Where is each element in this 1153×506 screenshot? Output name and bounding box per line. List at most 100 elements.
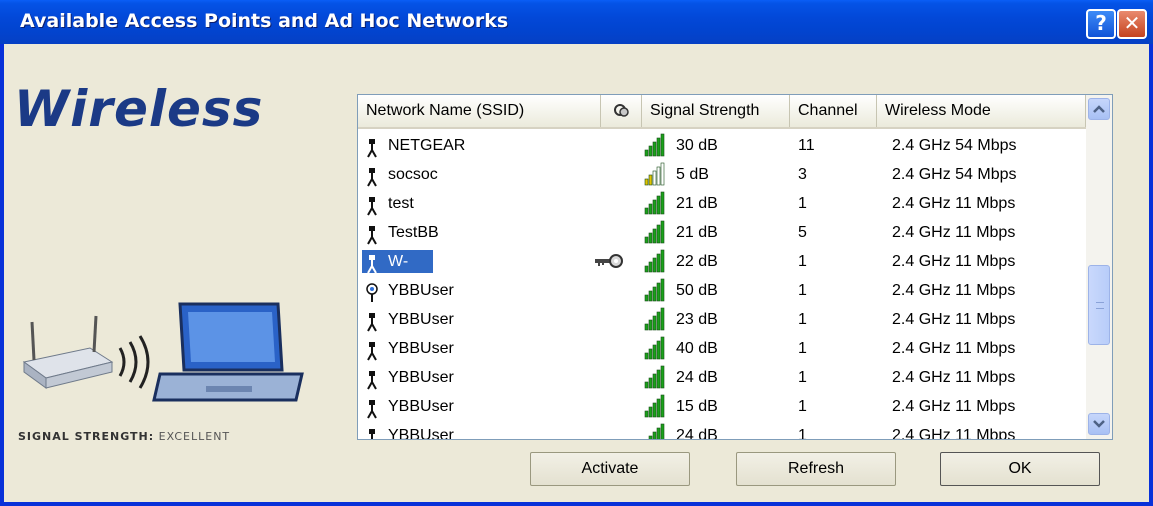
channel-value: 1 [798,369,807,386]
wireless-mode-value: 2.4 GHz 11 Mbps [892,311,1016,328]
signal-value: 24 dB [676,369,718,386]
channel-value: 5 [798,224,807,241]
channel-value: 11 [798,137,815,154]
ssid-label: YBBUser [388,340,454,357]
signal-bars-icon [644,336,665,360]
vertical-scrollbar[interactable] [1086,95,1112,439]
signal-value: 21 dB [676,224,718,241]
infrastructure-icon [367,197,377,216]
signal-value: 21 dB [676,195,718,212]
brand-title: Wireless [14,80,264,138]
signal-value: 23 dB [676,311,718,328]
channel-value: 1 [798,398,807,415]
wireless-mode-value: 2.4 GHz 11 Mbps [892,369,1016,386]
ssid-label: YBBUser [388,369,454,386]
signal-strength-value: EXCELLENT [158,430,231,443]
wireless-mode-value: 2.4 GHz 11 Mbps [892,340,1016,357]
ssid-label: YBBUser [388,427,454,440]
window-title: Available Access Points and Ad Hoc Netwo… [20,10,509,32]
column-header-ssid[interactable]: Network Name (SSID) [358,95,601,127]
wireless-mode-value: 2.4 GHz 11 Mbps [892,398,1016,415]
router-icon [22,315,114,389]
signal-value: 30 dB [676,137,718,154]
network-row[interactable]: socsoc 5 dB 3 2.4 GHz 54 Mbps [358,160,1086,189]
ssid-label: socsoc [388,166,438,183]
signal-bars-icon [644,307,665,331]
network-row[interactable]: YBBUser 24 dB 1 2.4 GHz 11 Mbps [358,363,1086,392]
network-row[interactable]: test 21 dB 1 2.4 GHz 11 Mbps [358,189,1086,218]
signal-value: 40 dB [676,340,718,357]
network-row[interactable]: YBBUser 50 dB 1 2.4 GHz 11 Mbps [358,276,1086,305]
wireless-mode-value: 2.4 GHz 11 Mbps [892,282,1016,299]
column-header-security[interactable] [601,95,642,127]
ssid-label: YBBUser [388,311,454,328]
wireless-mode-value: 2.4 GHz 54 Mbps [892,137,1017,154]
infrastructure-icon [367,313,377,332]
refresh-button[interactable]: Refresh [736,452,896,486]
channel-value: 1 [798,195,807,212]
infrastructure-icon [367,342,377,361]
infrastructure-icon [367,400,377,419]
signal-value: 15 dB [676,398,718,415]
key-icon [595,254,623,268]
network-row[interactable]: YBBUser 40 dB 1 2.4 GHz 11 Mbps [358,334,1086,363]
ssid-label: test [388,195,414,212]
column-header-channel[interactable]: Channel [790,95,877,127]
network-list[interactable]: Network Name (SSID) Signal Strength Chan… [357,94,1113,440]
ssid-label: YBBUser [388,282,454,299]
scroll-down-button[interactable] [1088,413,1110,435]
ssid-label: YBBUser [388,398,454,415]
close-button[interactable]: ✕ [1117,9,1147,39]
column-header-mode[interactable]: Wireless Mode [877,95,1086,127]
ok-button[interactable]: OK [940,452,1100,486]
signal-bars-icon [648,423,665,439]
network-row[interactable]: W-TEST 22 dB 1 2.4 GHz 11 Mbps [358,247,1086,293]
channel-value: 3 [798,166,807,183]
signal-bars-icon [644,133,665,157]
adhoc-icon [366,283,378,302]
network-row[interactable]: YBBUser 23 dB 1 2.4 GHz 11 Mbps [358,305,1086,334]
signal-bars-icon [644,191,665,215]
scroll-up-button[interactable] [1088,98,1110,120]
activate-button[interactable]: Activate [530,452,690,486]
title-bar[interactable]: Available Access Points and Ad Hoc Netwo… [0,0,1153,44]
signal-strength-caption: SIGNAL STRENGTH: EXCELLENT [18,430,230,443]
signal-strength-label: SIGNAL STRENGTH: [18,430,155,443]
ssid-label: NETGEAR [388,137,466,154]
dialog-window: Available Access Points and Ad Hoc Netwo… [0,0,1153,506]
network-row[interactable]: YBBUser 24 dB 1 2.4 GHz 11 Mbps [358,421,1086,440]
signal-value: 50 dB [676,282,718,299]
router-laptop-illustration [22,302,304,402]
column-header-signal[interactable]: Signal Strength [642,95,790,127]
list-header: Network Name (SSID) Signal Strength Chan… [358,95,1086,129]
lock-key-icon [614,104,629,117]
ssid-label: W-TEST [384,250,433,293]
network-row[interactable]: YBBUser 15 dB 1 2.4 GHz 11 Mbps [358,392,1086,421]
scroll-thumb[interactable] [1088,265,1110,345]
network-row[interactable]: TestBB 21 dB 5 2.4 GHz 11 Mbps [358,218,1086,247]
wireless-mode-value: 2.4 GHz 11 Mbps [892,253,1016,270]
signal-bars-icon [644,162,665,186]
signal-bars-icon [644,278,665,302]
wireless-mode-value: 2.4 GHz 11 Mbps [892,224,1016,241]
ssid-label: TestBB [388,224,439,241]
channel-value: 1 [798,282,807,299]
infrastructure-icon [367,139,377,158]
signal-bars-icon [644,394,665,418]
laptop-icon [152,302,304,402]
chevron-up-icon [1093,105,1105,113]
infrastructure-icon [367,168,377,187]
wireless-mode-value: 2.4 GHz 54 Mbps [892,166,1017,183]
infrastructure-icon [367,371,377,390]
network-row[interactable]: NETGEAR 30 dB 11 2.4 GHz 54 Mbps [358,131,1086,160]
wireless-mode-value: 2.4 GHz 11 Mbps [892,195,1016,212]
help-button[interactable]: ? [1086,9,1116,39]
chevron-down-icon [1093,420,1105,428]
signal-value: 5 dB [676,166,709,183]
signal-bars-icon [644,220,665,244]
wireless-mode-value: 2.4 GHz 11 Mbps [892,427,1016,440]
channel-value: 1 [798,427,807,440]
wave-icon [118,335,150,389]
signal-bars-icon [644,365,665,389]
channel-value: 1 [798,340,807,357]
